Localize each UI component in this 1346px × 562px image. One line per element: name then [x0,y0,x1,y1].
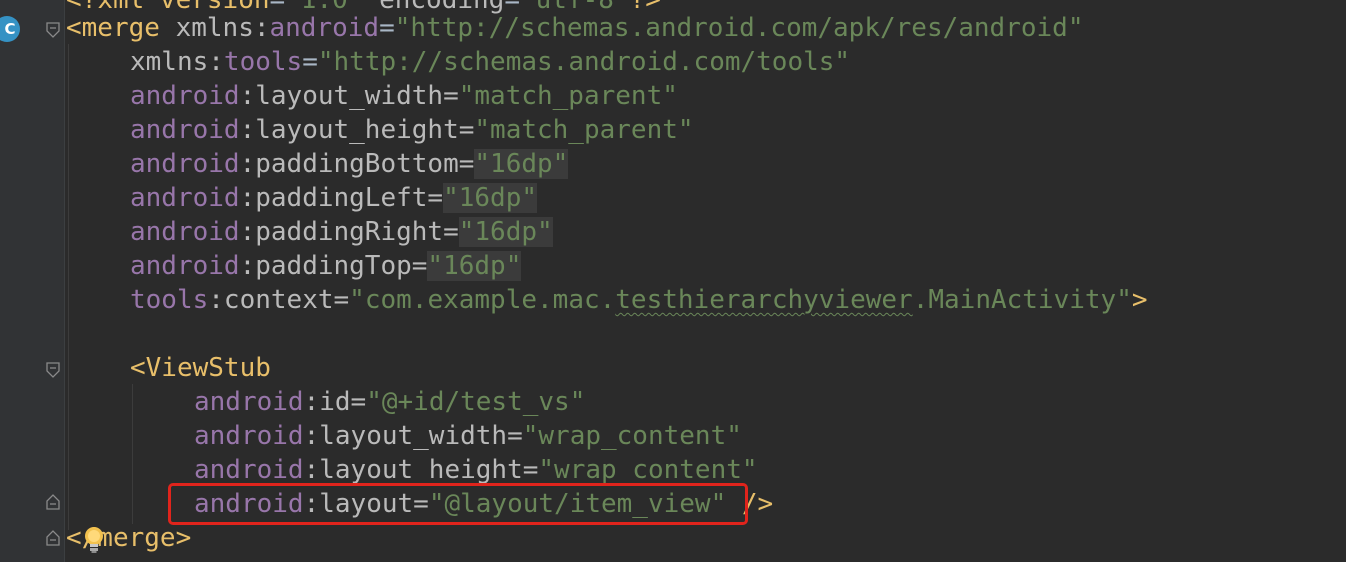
token-namespace: android [130,217,240,247]
fold-icon[interactable] [46,22,60,38]
token-namespace: android [130,149,240,179]
code-line-4: android:layout_width="match_parent" [130,79,678,113]
token-value: "16dp" [443,183,537,213]
token-namespace: tools [223,47,303,77]
token-equals: = [379,13,395,43]
token-value: "wrap_content" [522,421,742,451]
token-namespace: android [194,421,304,451]
code-line-13: android:id="@+id/test_vs" [194,385,585,419]
intention-bulb-icon[interactable] [83,526,105,554]
token-namespace: android [194,387,304,417]
token-attribute: xmlns: [130,47,224,77]
code-line-3: xmlns:tools="http://schemas.android.com/… [130,45,850,79]
token-value: "16dp" [474,149,569,179]
code-editor[interactable]: C <?xml version="1.0" encoding="utf-8"?>… [0,0,1346,562]
token-attribute: :layout_height= [303,455,539,485]
token-tag: <ViewStub [130,353,271,383]
token-value: "@+id/test_vs" [366,387,586,417]
token-equals: = [302,47,318,77]
token-attribute: :paddingBottom= [239,149,475,179]
token-attribute: :layout_height= [239,115,475,145]
code-line-9: android:paddingTop="16dp" [130,249,522,283]
indent-guide [132,384,133,524]
code-line-6: android:paddingBottom="16dp" [130,147,569,181]
token-value: "http://schemas.android.com/tools" [317,47,851,77]
fold-icon[interactable] [46,362,60,378]
code-line-14: android:layout_width="wrap_content" [194,419,742,453]
gutter-separator [64,0,65,562]
token-attribute: :paddingTop= [239,251,428,281]
token-value: .MainActivity" [912,285,1132,315]
token-attribute: :layout_width= [303,421,523,451]
code-line-10: tools:context="com.example.mac.testhiera… [130,283,1148,317]
token-namespace: android [194,455,304,485]
token-namespace: android [269,13,380,43]
token-value: "16dp" [427,251,522,281]
code-line-5: android:layout_height="match_parent" [130,113,694,147]
token-tag-close: > [1131,285,1148,315]
token-attribute: xmlns: [159,13,270,43]
highlight-box [168,483,748,525]
token-namespace: tools [130,285,209,315]
token-tag: <merge [66,13,160,43]
token-namespace: android [130,183,240,213]
token-namespace: android [130,81,240,111]
token-attribute: :paddingRight= [239,217,459,247]
code-line-12: <ViewStub [130,351,271,385]
token-value-typo: testhierarchyviewer [615,285,913,315]
token-namespace: android [130,251,240,281]
token-attribute: :context= [208,285,350,315]
code-line-7: android:paddingLeft="16dp" [130,181,537,215]
code-line-8: android:paddingRight="16dp" [130,215,553,249]
indent-guide [68,44,69,530]
code-line-2: <merge xmlns:android="http://schemas.and… [66,11,1083,45]
token-attribute: :layout_width= [239,81,459,111]
fold-icon[interactable] [46,494,60,510]
token-namespace: android [130,115,240,145]
token-value: "http://schemas.android.com/apk/res/andr… [394,13,1084,43]
token-value: "match_parent" [458,81,678,111]
token-value: "com.example.mac. [349,285,616,315]
token-value: "16dp" [458,217,553,247]
code-line-15: android:layout_height="wrap_content" [194,453,758,487]
editor-gutter [0,0,64,562]
token-value: "wrap_content" [538,455,758,485]
token-attribute: :id= [303,387,367,417]
fold-icon[interactable] [46,530,60,546]
token-value: "match_parent" [474,115,694,145]
token-attribute: :paddingLeft= [239,183,444,213]
